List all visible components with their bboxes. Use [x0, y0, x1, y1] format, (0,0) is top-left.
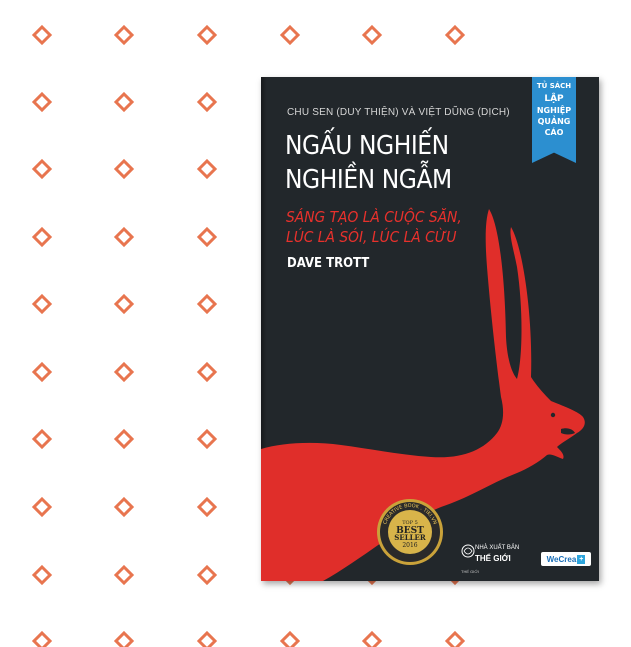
title-line-1: NGẤU NGHIẾN	[285, 131, 449, 161]
diamond-outline-icon	[196, 226, 218, 248]
ribbon-line-1: TỦ SÁCH	[536, 82, 572, 90]
diamond-outline-icon	[113, 91, 135, 113]
diamond-outline-icon	[361, 24, 383, 46]
diamond-outline-icon	[113, 630, 135, 647]
book-cover: CHU SEN (DUY THIỆN) VÀ VIỆT DŨNG (DỊCH) …	[261, 77, 599, 581]
diamond-outline-icon	[196, 496, 218, 518]
ribbon-line-4: QUẢNG	[537, 117, 571, 126]
diamond-outline-icon	[196, 428, 218, 450]
diamond-outline-icon	[113, 293, 135, 315]
diamond-outline-icon	[31, 630, 53, 647]
diamond-outline-icon	[196, 91, 218, 113]
diamond-outline-icon	[113, 496, 135, 518]
ribbon-line-3: NGHIỆP	[536, 106, 572, 115]
seal-line-4: 2016	[402, 542, 417, 549]
diamond-outline-icon	[279, 630, 301, 647]
diamond-outline-icon	[113, 226, 135, 248]
diamond-outline-icon	[196, 630, 218, 647]
diamond-outline-icon	[113, 158, 135, 180]
ribbon-line-5: CÁO	[544, 128, 564, 137]
diamond-outline-icon	[31, 361, 53, 383]
diamond-outline-icon	[113, 361, 135, 383]
diamond-outline-icon	[361, 630, 383, 647]
diamond-outline-icon	[31, 428, 53, 450]
partner-name: WeCrea	[546, 554, 577, 564]
publisher-small: THẾ GIỚI	[461, 569, 479, 574]
diamond-outline-icon	[31, 24, 53, 46]
diamond-outline-icon	[444, 630, 466, 647]
bestseller-seal: CREATIVE BOOK . TIKI.VN TOP 5 BEST SELLE…	[377, 499, 443, 565]
diamond-outline-icon	[31, 91, 53, 113]
ribbon-line-2: LẬP	[544, 94, 564, 104]
series-ribbon: TỦ SÁCH LẬP NGHIỆP QUẢNG CÁO	[532, 77, 576, 163]
partner-logo: WeCrea +	[541, 552, 591, 566]
publisher-name: THẾ GIỚI	[475, 554, 511, 563]
diamond-outline-icon	[31, 226, 53, 248]
diamond-outline-icon	[279, 24, 301, 46]
seal-line-3: SELLER	[394, 533, 426, 542]
partner-plus: +	[577, 554, 586, 564]
diamond-outline-icon	[31, 564, 53, 586]
diamond-outline-icon	[196, 24, 218, 46]
diamond-outline-icon	[196, 564, 218, 586]
diamond-outline-icon	[31, 293, 53, 315]
diamond-outline-icon	[113, 564, 135, 586]
diamond-outline-icon	[444, 24, 466, 46]
diamond-outline-icon	[196, 293, 218, 315]
translators-credit: CHU SEN (DUY THIỆN) VÀ VIỆT DŨNG (DỊCH)	[287, 107, 510, 118]
diamond-outline-icon	[31, 158, 53, 180]
diamond-outline-icon	[113, 24, 135, 46]
publisher-label: NHÀ XUẤT BẢN	[475, 545, 520, 551]
diamond-outline-icon	[196, 361, 218, 383]
title-line-2: NGHIỀN NGẪM	[285, 165, 452, 195]
page: CHU SEN (DUY THIỆN) VÀ VIỆT DŨNG (DỊCH) …	[0, 0, 631, 647]
diamond-outline-icon	[113, 428, 135, 450]
diamond-outline-icon	[31, 496, 53, 518]
diamond-outline-icon	[196, 158, 218, 180]
